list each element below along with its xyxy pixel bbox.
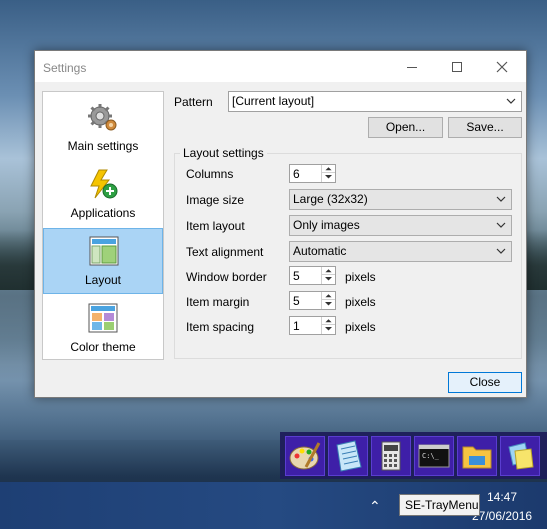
close-icon (496, 61, 507, 73)
spin-up-icon[interactable] (322, 292, 335, 300)
color-palette-icon (88, 303, 118, 333)
item-margin-stepper[interactable]: 5 (289, 291, 336, 310)
clock-date[interactable]: 27/06/2016 (472, 509, 532, 523)
spin-down-icon[interactable] (322, 300, 335, 308)
item-spacing-unit: pixels (345, 320, 376, 334)
layout-icon (89, 236, 119, 266)
show-hidden-icons-chevron-icon[interactable]: ⌃ (369, 498, 381, 515)
calculator-icon (381, 441, 401, 471)
sticky-notes-icon (508, 442, 534, 470)
svg-text:C:\_: C:\_ (422, 452, 440, 460)
sidebar-item-layout[interactable]: Layout (43, 228, 163, 294)
chevron-down-icon (496, 248, 506, 254)
tray-item-notepad[interactable] (328, 436, 368, 476)
sidebar-item-main-settings[interactable]: Main settings (43, 95, 163, 161)
columns-stepper[interactable]: 6 (289, 164, 336, 183)
sidebar-item-applications[interactable]: Applications (43, 162, 163, 228)
maximize-button[interactable] (434, 51, 479, 82)
item-layout-label: Item layout (186, 219, 245, 233)
text-alignment-value: Automatic (293, 244, 347, 258)
open-button[interactable]: Open... (368, 117, 443, 138)
image-size-value: Large (32x32) (293, 192, 368, 206)
item-spacing-stepper[interactable]: 1 (289, 316, 336, 335)
sidebar-item-label: Applications (70, 206, 136, 220)
image-size-dropdown[interactable]: Large (32x32) (289, 189, 512, 210)
lightning-add-icon (90, 169, 118, 199)
spin-up-icon[interactable] (322, 317, 335, 325)
item-layout-dropdown[interactable]: Only images (289, 215, 512, 236)
spin-up-icon[interactable] (322, 165, 335, 173)
title-bar[interactable]: Settings (35, 51, 526, 82)
sidebar-item-color-theme[interactable]: Color theme (43, 296, 163, 362)
minimize-icon (406, 66, 417, 68)
window-border-unit: pixels (345, 270, 376, 284)
text-alignment-label: Text alignment (186, 245, 264, 259)
window-border-label: Window border (186, 270, 267, 284)
close-button[interactable]: Close (448, 372, 522, 393)
sidebar-item-label: Color theme (70, 340, 136, 354)
spin-down-icon[interactable] (322, 325, 335, 333)
paint-palette-icon (289, 442, 321, 470)
clock-time[interactable]: 14:47 (487, 490, 517, 504)
tray-item-command-prompt[interactable]: C:\_ (414, 436, 454, 476)
tray-item-file-explorer[interactable] (457, 436, 497, 476)
columns-value: 6 (293, 167, 300, 181)
sidebar-item-label: Main settings (67, 139, 139, 153)
columns-label: Columns (186, 167, 234, 181)
item-margin-value: 5 (293, 294, 300, 308)
tray-item-sticky-notes[interactable] (500, 436, 540, 476)
close-window-button[interactable] (479, 51, 524, 82)
settings-sidebar: Main settings Applications Layout Color … (42, 91, 164, 360)
text-alignment-dropdown[interactable]: Automatic (289, 241, 512, 262)
spin-down-icon[interactable] (322, 275, 335, 283)
gears-icon (88, 104, 117, 131)
pattern-label: Pattern (174, 95, 213, 109)
spin-up-icon[interactable] (322, 267, 335, 275)
save-button[interactable]: Save... (448, 117, 522, 138)
notepad-icon (336, 440, 362, 472)
chevron-down-icon (506, 98, 516, 104)
maximize-icon (451, 62, 462, 73)
file-explorer-icon (462, 446, 492, 469)
item-spacing-value: 1 (293, 319, 300, 333)
item-margin-unit: pixels (345, 295, 376, 309)
settings-window: Settings Main settings Applications Layo… (34, 50, 527, 398)
chevron-down-icon (496, 222, 506, 228)
sidebar-item-label: Layout (84, 273, 122, 287)
layout-settings-title: Layout settings (180, 146, 267, 160)
pattern-value: [Current layout] (232, 94, 315, 108)
window-border-stepper[interactable]: 5 (289, 266, 336, 285)
window-title: Settings (43, 61, 87, 75)
item-spacing-label: Item spacing (186, 320, 255, 334)
tray-tooltip: SE-TrayMenu (399, 494, 480, 516)
minimize-button[interactable] (389, 51, 434, 82)
command-prompt-icon: C:\_ (418, 444, 450, 468)
tray-item-calculator[interactable] (371, 436, 411, 476)
chevron-down-icon (496, 196, 506, 202)
pattern-dropdown[interactable]: [Current layout] (228, 91, 522, 112)
item-layout-value: Only images (293, 218, 360, 232)
item-margin-label: Item margin (186, 295, 250, 309)
spin-down-icon[interactable] (322, 173, 335, 181)
window-border-value: 5 (293, 269, 300, 283)
image-size-label: Image size (186, 193, 245, 207)
tray-item-paint[interactable] (285, 436, 325, 476)
